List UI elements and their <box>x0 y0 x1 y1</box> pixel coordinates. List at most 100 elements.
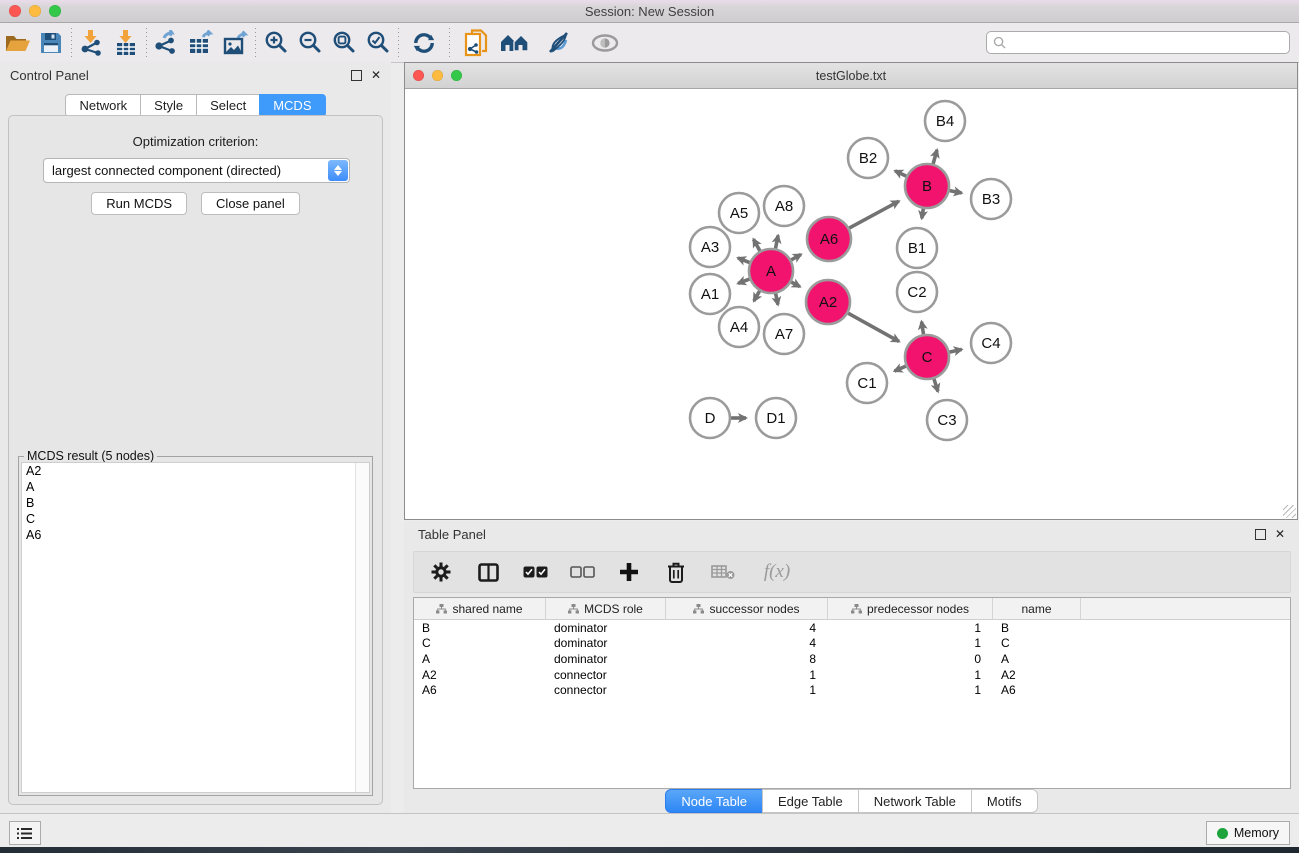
zoom-selected-button[interactable] <box>361 27 395 59</box>
table-cell[interactable]: connector <box>546 668 666 682</box>
column-settings-button[interactable] <box>428 559 454 585</box>
graph-node-A5[interactable]: A5 <box>719 193 759 233</box>
export-network-button[interactable] <box>150 27 184 59</box>
show-hide-button[interactable] <box>581 27 629 59</box>
graph-node-B4[interactable]: B4 <box>925 101 965 141</box>
table-row[interactable]: Bdominator41B <box>414 620 1290 636</box>
table-row[interactable]: Cdominator41C <box>414 636 1290 652</box>
graph-node-A6[interactable]: A6 <box>807 217 851 261</box>
zoom-out-button[interactable] <box>293 27 327 59</box>
run-mcds-button[interactable]: Run MCDS <box>91 192 187 215</box>
graph-edge-A6-B[interactable] <box>849 201 899 228</box>
column-header[interactable]: predecessor nodes <box>828 598 993 619</box>
node-table[interactable]: shared nameMCDS rolesuccessor nodesprede… <box>413 597 1291 789</box>
table-cell[interactable]: C <box>414 636 546 650</box>
graph-edge-C-C4[interactable] <box>949 349 961 352</box>
table-cell[interactable]: 4 <box>666 636 828 650</box>
new-network-from-file-button[interactable] <box>459 27 493 59</box>
zoom-window-button[interactable] <box>49 5 61 17</box>
delete-table-button[interactable] <box>710 559 736 585</box>
graph-node-C3[interactable]: C3 <box>927 400 967 440</box>
close-panel-icon[interactable]: ✕ <box>371 68 381 82</box>
style-toggle-button[interactable] <box>537 27 581 59</box>
refresh-view-button[interactable] <box>402 27 446 59</box>
graph-edge-C-C3[interactable] <box>934 379 938 391</box>
table-cell[interactable]: C <box>993 636 1081 650</box>
delete-column-button[interactable] <box>663 559 689 585</box>
table-cell[interactable]: A6 <box>993 683 1081 697</box>
resize-grip[interactable] <box>1283 505 1296 518</box>
graph-node-C[interactable]: C <box>905 335 949 379</box>
import-table-button[interactable] <box>109 27 143 59</box>
graph-edge-A-A7[interactable] <box>776 294 778 305</box>
graph-node-A1[interactable]: A1 <box>690 274 730 314</box>
table-cell[interactable]: dominator <box>546 621 666 635</box>
graph-node-A3[interactable]: A3 <box>690 227 730 267</box>
graph-edge-A-A4[interactable] <box>754 291 760 301</box>
save-session-button[interactable] <box>34 27 68 59</box>
network-canvas[interactable]: B4B2BB3A5A8A6B1A3AC2A1A2A4A7C4CC1DD1C3 <box>405 89 1297 519</box>
graph-edge-A-A2[interactable] <box>791 282 800 287</box>
table-cell[interactable]: A2 <box>414 668 546 682</box>
table-close-icon[interactable]: ✕ <box>1275 527 1285 541</box>
home-button[interactable] <box>493 27 537 59</box>
split-view-button[interactable] <box>475 559 501 585</box>
column-header[interactable]: name <box>993 598 1081 619</box>
graph-edge-A-A6[interactable] <box>791 254 801 259</box>
graph-node-B1[interactable]: B1 <box>897 228 937 268</box>
list-item[interactable]: A2 <box>22 463 369 479</box>
graph-edge-C-C2[interactable] <box>922 322 924 335</box>
graph-edge-B-B2[interactable] <box>895 171 906 176</box>
minimize-window-button[interactable] <box>29 5 41 17</box>
search-input[interactable] <box>1010 35 1289 51</box>
memory-button[interactable]: Memory <box>1206 821 1290 845</box>
control-panel-tabs-network[interactable]: Network <box>65 94 141 117</box>
graph-node-B3[interactable]: B3 <box>971 179 1011 219</box>
graph-node-D[interactable]: D <box>690 398 730 438</box>
deselect-all-button[interactable] <box>569 559 595 585</box>
close-panel-button[interactable]: Close panel <box>201 192 300 215</box>
list-item[interactable]: A6 <box>22 527 369 543</box>
zoom-in-button[interactable] <box>259 27 293 59</box>
zoom-fit-button[interactable] <box>327 27 361 59</box>
network-graph[interactable]: B4B2BB3A5A8A6B1A3AC2A1A2A4A7C4CC1DD1C3 <box>405 89 1297 519</box>
table-cell[interactable]: 1 <box>828 683 993 697</box>
graph-edge-A-A1[interactable] <box>738 279 749 283</box>
table-tabs-edge-table[interactable]: Edge Table <box>762 789 859 813</box>
list-item[interactable]: B <box>22 495 369 511</box>
control-panel-tabs-style[interactable]: Style <box>140 94 197 117</box>
graph-edge-B-B4[interactable] <box>933 150 937 164</box>
graph-node-A4[interactable]: A4 <box>719 307 759 347</box>
table-tabs-motifs[interactable]: Motifs <box>971 789 1038 813</box>
list-item[interactable]: A <box>22 479 369 495</box>
graph-edge-B-B3[interactable] <box>950 191 962 193</box>
function-builder-button[interactable]: f(x) <box>757 559 797 585</box>
task-history-button[interactable] <box>9 821 41 845</box>
table-cell[interactable]: B <box>993 621 1081 635</box>
table-cell[interactable]: 8 <box>666 652 828 666</box>
graph-edge-C-C1[interactable] <box>895 366 906 371</box>
table-tabs-node-table[interactable]: Node Table <box>665 789 763 813</box>
graph-node-C4[interactable]: C4 <box>971 323 1011 363</box>
graph-node-C1[interactable]: C1 <box>847 363 887 403</box>
graph-node-B2[interactable]: B2 <box>848 138 888 178</box>
table-cell[interactable]: A6 <box>414 683 546 697</box>
graph-node-C2[interactable]: C2 <box>897 272 937 312</box>
export-table-button[interactable] <box>184 27 218 59</box>
graph-node-A7[interactable]: A7 <box>764 314 804 354</box>
table-cell[interactable]: 1 <box>828 668 993 682</box>
table-cell[interactable]: A2 <box>993 668 1081 682</box>
table-row[interactable]: A2connector11A2 <box>414 667 1290 683</box>
search-field[interactable] <box>986 31 1290 54</box>
table-cell[interactable]: 1 <box>666 668 828 682</box>
select-all-button[interactable] <box>522 559 548 585</box>
graph-node-B[interactable]: B <box>905 164 949 208</box>
close-window-button[interactable] <box>9 5 21 17</box>
control-panel-tabs-select[interactable]: Select <box>196 94 260 117</box>
column-header[interactable]: MCDS role <box>546 598 666 619</box>
column-header[interactable]: successor nodes <box>666 598 828 619</box>
list-item[interactable]: C <box>22 511 369 527</box>
table-cell[interactable]: 4 <box>666 621 828 635</box>
import-network-button[interactable] <box>75 27 109 59</box>
control-panel-tabs-mcds[interactable]: MCDS <box>259 94 325 117</box>
